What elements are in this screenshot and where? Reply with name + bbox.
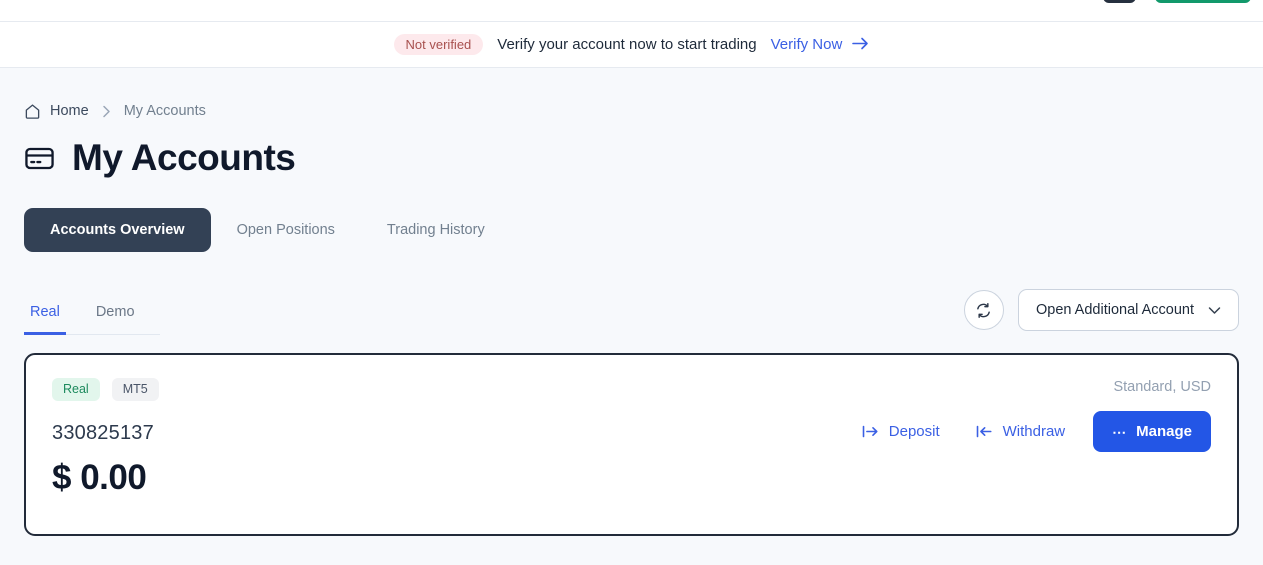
withdraw-arrow-icon xyxy=(976,424,993,439)
manage-button[interactable]: ⋯ Manage xyxy=(1093,411,1211,452)
home-icon xyxy=(24,103,41,120)
ellipsis-icon: ⋯ xyxy=(1112,423,1128,440)
status-badge: Not verified xyxy=(393,34,484,55)
badge-account-type: Real xyxy=(52,378,100,401)
verification-banner: Not verified Verify your account now to … xyxy=(0,22,1263,68)
refresh-icon xyxy=(975,302,992,319)
breadcrumb: Home My Accounts xyxy=(24,69,1239,131)
subtab-demo[interactable]: Demo xyxy=(90,298,141,335)
subtab-real-label: Real xyxy=(30,304,60,320)
page-title-row: My Accounts xyxy=(24,137,1239,179)
chevron-down-icon xyxy=(1208,306,1221,315)
page-content: Home My Accounts My Accounts Accounts Ov… xyxy=(0,69,1263,565)
verify-now-label: Verify Now xyxy=(770,36,843,53)
page-title: My Accounts xyxy=(72,137,296,178)
account-badges: Real MT5 xyxy=(52,378,1211,401)
open-additional-account-dropdown[interactable]: Open Additional Account xyxy=(1017,289,1239,331)
arrow-right-icon xyxy=(852,37,869,50)
cut-off-green-button[interactable] xyxy=(1155,0,1251,3)
breadcrumb-home-label: Home xyxy=(50,103,89,119)
verify-now-link[interactable]: Verify Now xyxy=(771,36,870,53)
tab-accounts-overview[interactable]: Accounts Overview xyxy=(24,208,211,252)
subtab-toolbar-row: Real Demo Open Additional Account xyxy=(24,289,1239,335)
tab-open-positions[interactable]: Open Positions xyxy=(211,208,361,252)
account-card[interactable]: Real MT5 330825137 $ 0.00 Standard, USD … xyxy=(24,353,1239,536)
account-type-subtabs: Real Demo xyxy=(24,298,160,335)
cut-off-dark-button[interactable] xyxy=(1103,0,1136,3)
tab-accounts-overview-label: Accounts Overview xyxy=(50,222,185,238)
withdraw-button[interactable]: Withdraw xyxy=(958,413,1084,450)
manage-label: Manage xyxy=(1136,423,1192,440)
withdraw-label: Withdraw xyxy=(1002,423,1066,440)
open-additional-account-label: Open Additional Account xyxy=(1035,302,1194,318)
top-header-strip xyxy=(0,0,1263,22)
breadcrumb-current: My Accounts xyxy=(123,103,206,119)
badge-platform: MT5 xyxy=(111,378,159,401)
deposit-arrow-icon xyxy=(862,424,879,439)
breadcrumb-home-link[interactable]: Home xyxy=(24,103,89,120)
deposit-label: Deposit xyxy=(888,423,940,440)
account-balance: $ 0.00 xyxy=(52,457,147,497)
account-actions: Deposit Withdraw ⋯ Manage xyxy=(844,411,1211,452)
credit-card-icon xyxy=(24,143,55,174)
tab-trading-history[interactable]: Trading History xyxy=(361,208,511,252)
subtab-demo-label: Demo xyxy=(95,304,135,320)
tab-open-positions-label: Open Positions xyxy=(236,222,335,238)
tab-trading-history-label: Trading History xyxy=(386,222,485,238)
main-tabs: Accounts Overview Open Positions Trading… xyxy=(24,208,1239,252)
banner-message: Verify your account now to start trading xyxy=(497,36,757,53)
refresh-button[interactable] xyxy=(963,290,1004,330)
chevron-right-icon xyxy=(102,105,111,118)
account-meta: Standard, USD xyxy=(1113,379,1211,395)
deposit-button[interactable]: Deposit xyxy=(844,413,958,450)
toolbar-actions: Open Additional Account xyxy=(963,289,1239,335)
subtab-real[interactable]: Real xyxy=(24,298,66,335)
